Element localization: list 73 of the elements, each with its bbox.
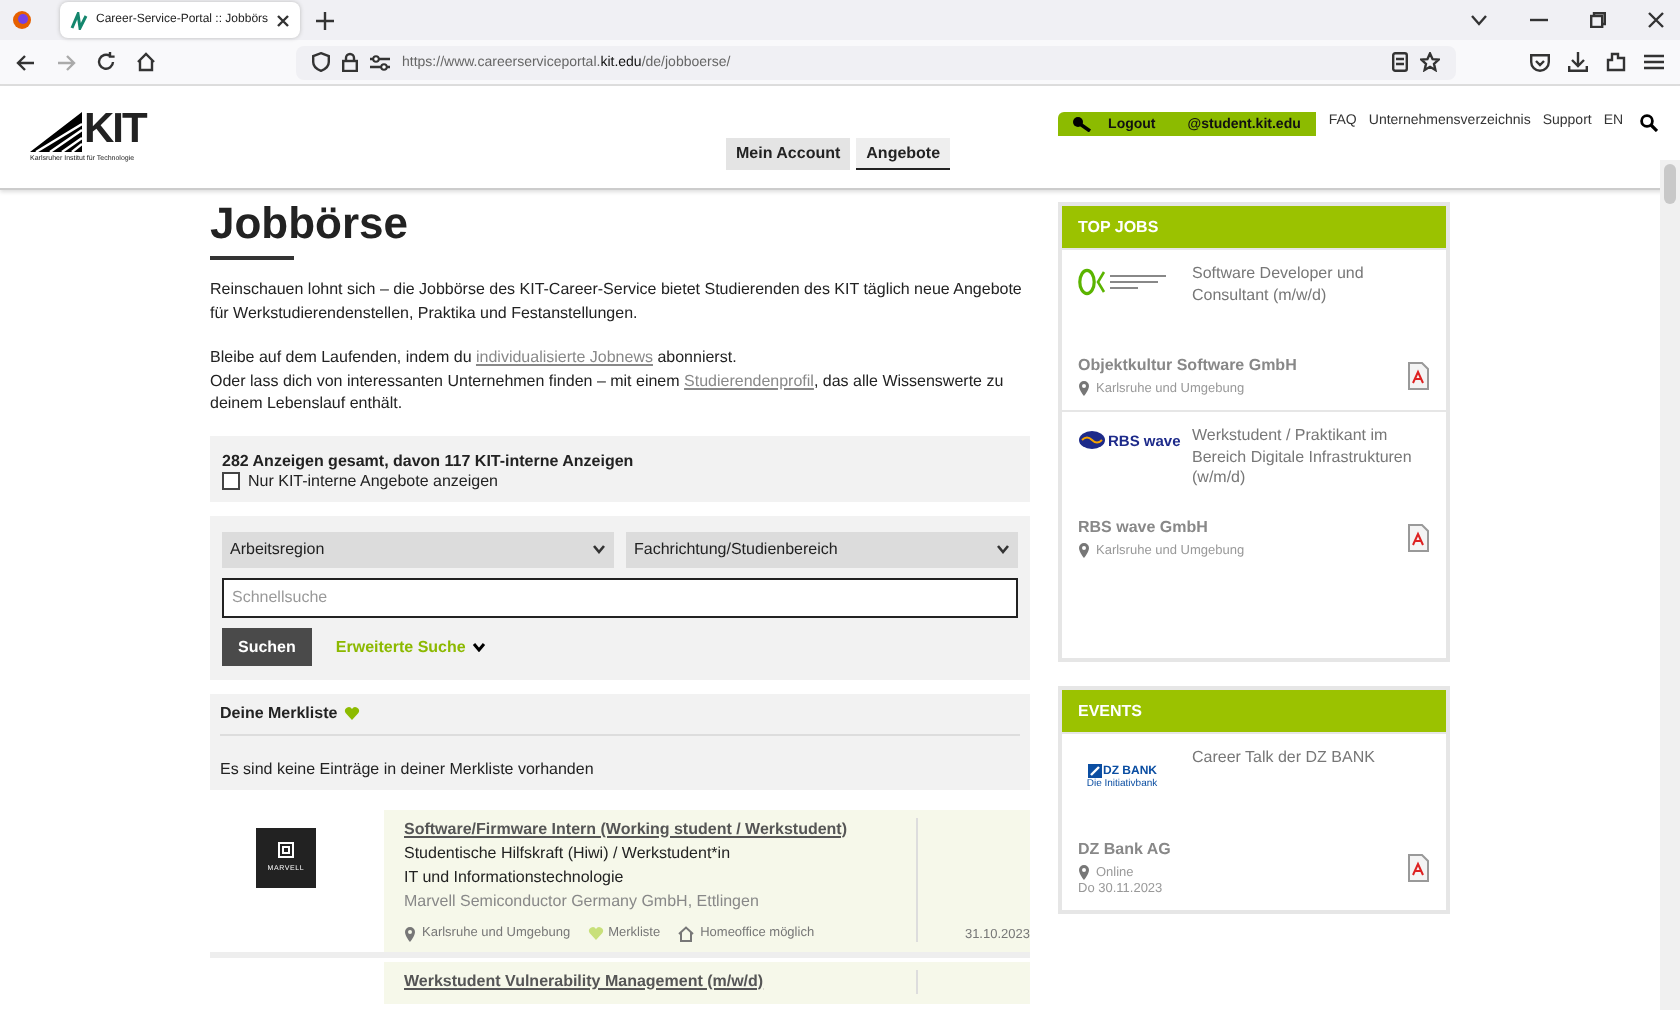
location-pin-icon bbox=[1078, 380, 1090, 396]
location-pin-icon bbox=[1078, 864, 1090, 880]
search-button[interactable]: Suchen bbox=[222, 627, 312, 665]
star-icon[interactable] bbox=[1420, 52, 1440, 72]
dropdown[interactable]: Arbeitsregion bbox=[222, 531, 614, 567]
pdf-file-icon[interactable] bbox=[1408, 362, 1430, 390]
chevron-down-icon bbox=[471, 641, 486, 651]
nav-tab[interactable]: Angebote bbox=[856, 138, 951, 170]
heart-icon bbox=[588, 925, 605, 941]
results-summary: 282 Anzeigen gesamt, davon 117 KIT-interne Anzeigen bbox=[222, 451, 636, 469]
chevron-down-icon[interactable] bbox=[1470, 14, 1488, 26]
empty-message: Es sind keine Einträge in deiner Merkliste vorhanden bbox=[220, 759, 596, 777]
job-title-link[interactable]: Software/Firmware Intern (Working student / Werkstudent) bbox=[404, 817, 916, 841]
checkbox[interactable] bbox=[222, 471, 240, 489]
company-name: DZ Bank AG bbox=[1078, 840, 1171, 858]
pdf-file-icon[interactable] bbox=[1408, 854, 1430, 882]
paragraph: Reinschauen lohnt sich – die Jobbörse des KIT-Career-Service bietet Studierenden des KIT täglich neue Angebote für Werkstudierendenstellen, Praktika und Festanstellungen. bbox=[210, 278, 1024, 324]
job-title-link[interactable]: Werkstudent Vulnerability Management (m/w/d) bbox=[404, 969, 916, 993]
paragraph: Bleibe auf dem Laufenden, indem du individualisierte Jobnews abonnierst. bbox=[210, 346, 739, 369]
logo-wordmark: KIT bbox=[84, 110, 149, 150]
minimize-icon[interactable] bbox=[1530, 18, 1548, 22]
company-logo bbox=[1078, 268, 1166, 296]
text-link[interactable]: individualisierte Jobnews bbox=[475, 348, 653, 366]
nav-tab[interactable]: Mein Account bbox=[726, 138, 851, 170]
house-icon bbox=[678, 925, 695, 941]
home-icon[interactable] bbox=[136, 52, 156, 72]
dropdown[interactable]: Fachrichtung/Studienbereich bbox=[626, 531, 1018, 567]
search-field[interactable]: Schnellsuche bbox=[222, 577, 1018, 617]
restore-icon[interactable] bbox=[1590, 12, 1606, 28]
location-pin-icon bbox=[1078, 542, 1090, 558]
pocket-icon[interactable] bbox=[1530, 53, 1550, 71]
shield-icon bbox=[312, 52, 330, 72]
puzzle-icon[interactable] bbox=[1606, 52, 1626, 72]
add-tab-icon[interactable] bbox=[316, 11, 335, 29]
chevron-down-icon bbox=[996, 544, 1010, 554]
company-name: Marvell Semiconductor Germany GmbH, Ettlingen bbox=[404, 889, 761, 913]
reader-view-icon[interactable] bbox=[1392, 52, 1408, 72]
job-card[interactable]: Werkstudent Vulnerability Management (m/w/d) bbox=[384, 961, 1030, 1003]
close-icon bbox=[276, 13, 291, 27]
wave-emblem-icon bbox=[1078, 430, 1106, 450]
key-icon bbox=[1072, 116, 1093, 132]
job-detail: Studentische Hilfskraft (Hiwi) / Werkstudent*in bbox=[404, 841, 733, 865]
reload-icon[interactable] bbox=[96, 52, 116, 72]
job-card[interactable] bbox=[384, 809, 1030, 951]
square-emblem-icon bbox=[278, 842, 294, 858]
page-title: Jobbörse bbox=[210, 196, 411, 252]
listing-title-link[interactable]: Software Developer und Consultant (m/w/d) bbox=[1192, 264, 1430, 344]
chevron-down-icon bbox=[592, 544, 606, 554]
company-name: Objektkultur Software GmbH bbox=[1078, 356, 1297, 374]
job-detail: IT und Informationstechnologie bbox=[404, 865, 626, 889]
search-icon[interactable] bbox=[1639, 114, 1658, 132]
sliders-icon bbox=[370, 53, 390, 71]
text-link[interactable]: Studierendenprofil bbox=[684, 371, 814, 389]
watchlist-title: Deine Merkliste bbox=[220, 704, 338, 722]
close-icon[interactable] bbox=[1648, 12, 1664, 28]
heart-icon bbox=[343, 705, 360, 721]
company-name: RBS wave GmbH bbox=[1078, 518, 1210, 536]
pdf-file-icon[interactable] bbox=[1408, 524, 1430, 552]
back-arrow-icon[interactable] bbox=[16, 53, 36, 71]
lock-icon bbox=[342, 52, 358, 72]
listing-title-link[interactable]: Career Talk der DZ BANK bbox=[1192, 748, 1375, 828]
card-header: TOP JOBS bbox=[1062, 206, 1446, 248]
menu-icon[interactable] bbox=[1644, 54, 1664, 70]
browser-logo-icon bbox=[12, 10, 32, 30]
scrollbar[interactable] bbox=[1660, 160, 1680, 1010]
paragraph: Oder lass dich von interessanten Unternehmen finden – mit einem Studierendenprofil, das alle Wissenswerte zu deinem Lebenslauf enthält. bbox=[210, 369, 1006, 415]
bank-emblem-icon bbox=[1087, 764, 1101, 778]
location-pin-icon bbox=[404, 925, 416, 941]
download-icon[interactable] bbox=[1568, 52, 1588, 72]
listing-title-link[interactable]: Werkstudent / Praktikant im Bereich Digitale Infrastrukturen (w/m/d) bbox=[1192, 426, 1430, 506]
checkbox-label: Nur KIT-interne Angebote anzeigen bbox=[248, 471, 498, 489]
fan-logo-icon bbox=[30, 112, 82, 152]
card-header: EVENTS bbox=[1062, 690, 1446, 732]
